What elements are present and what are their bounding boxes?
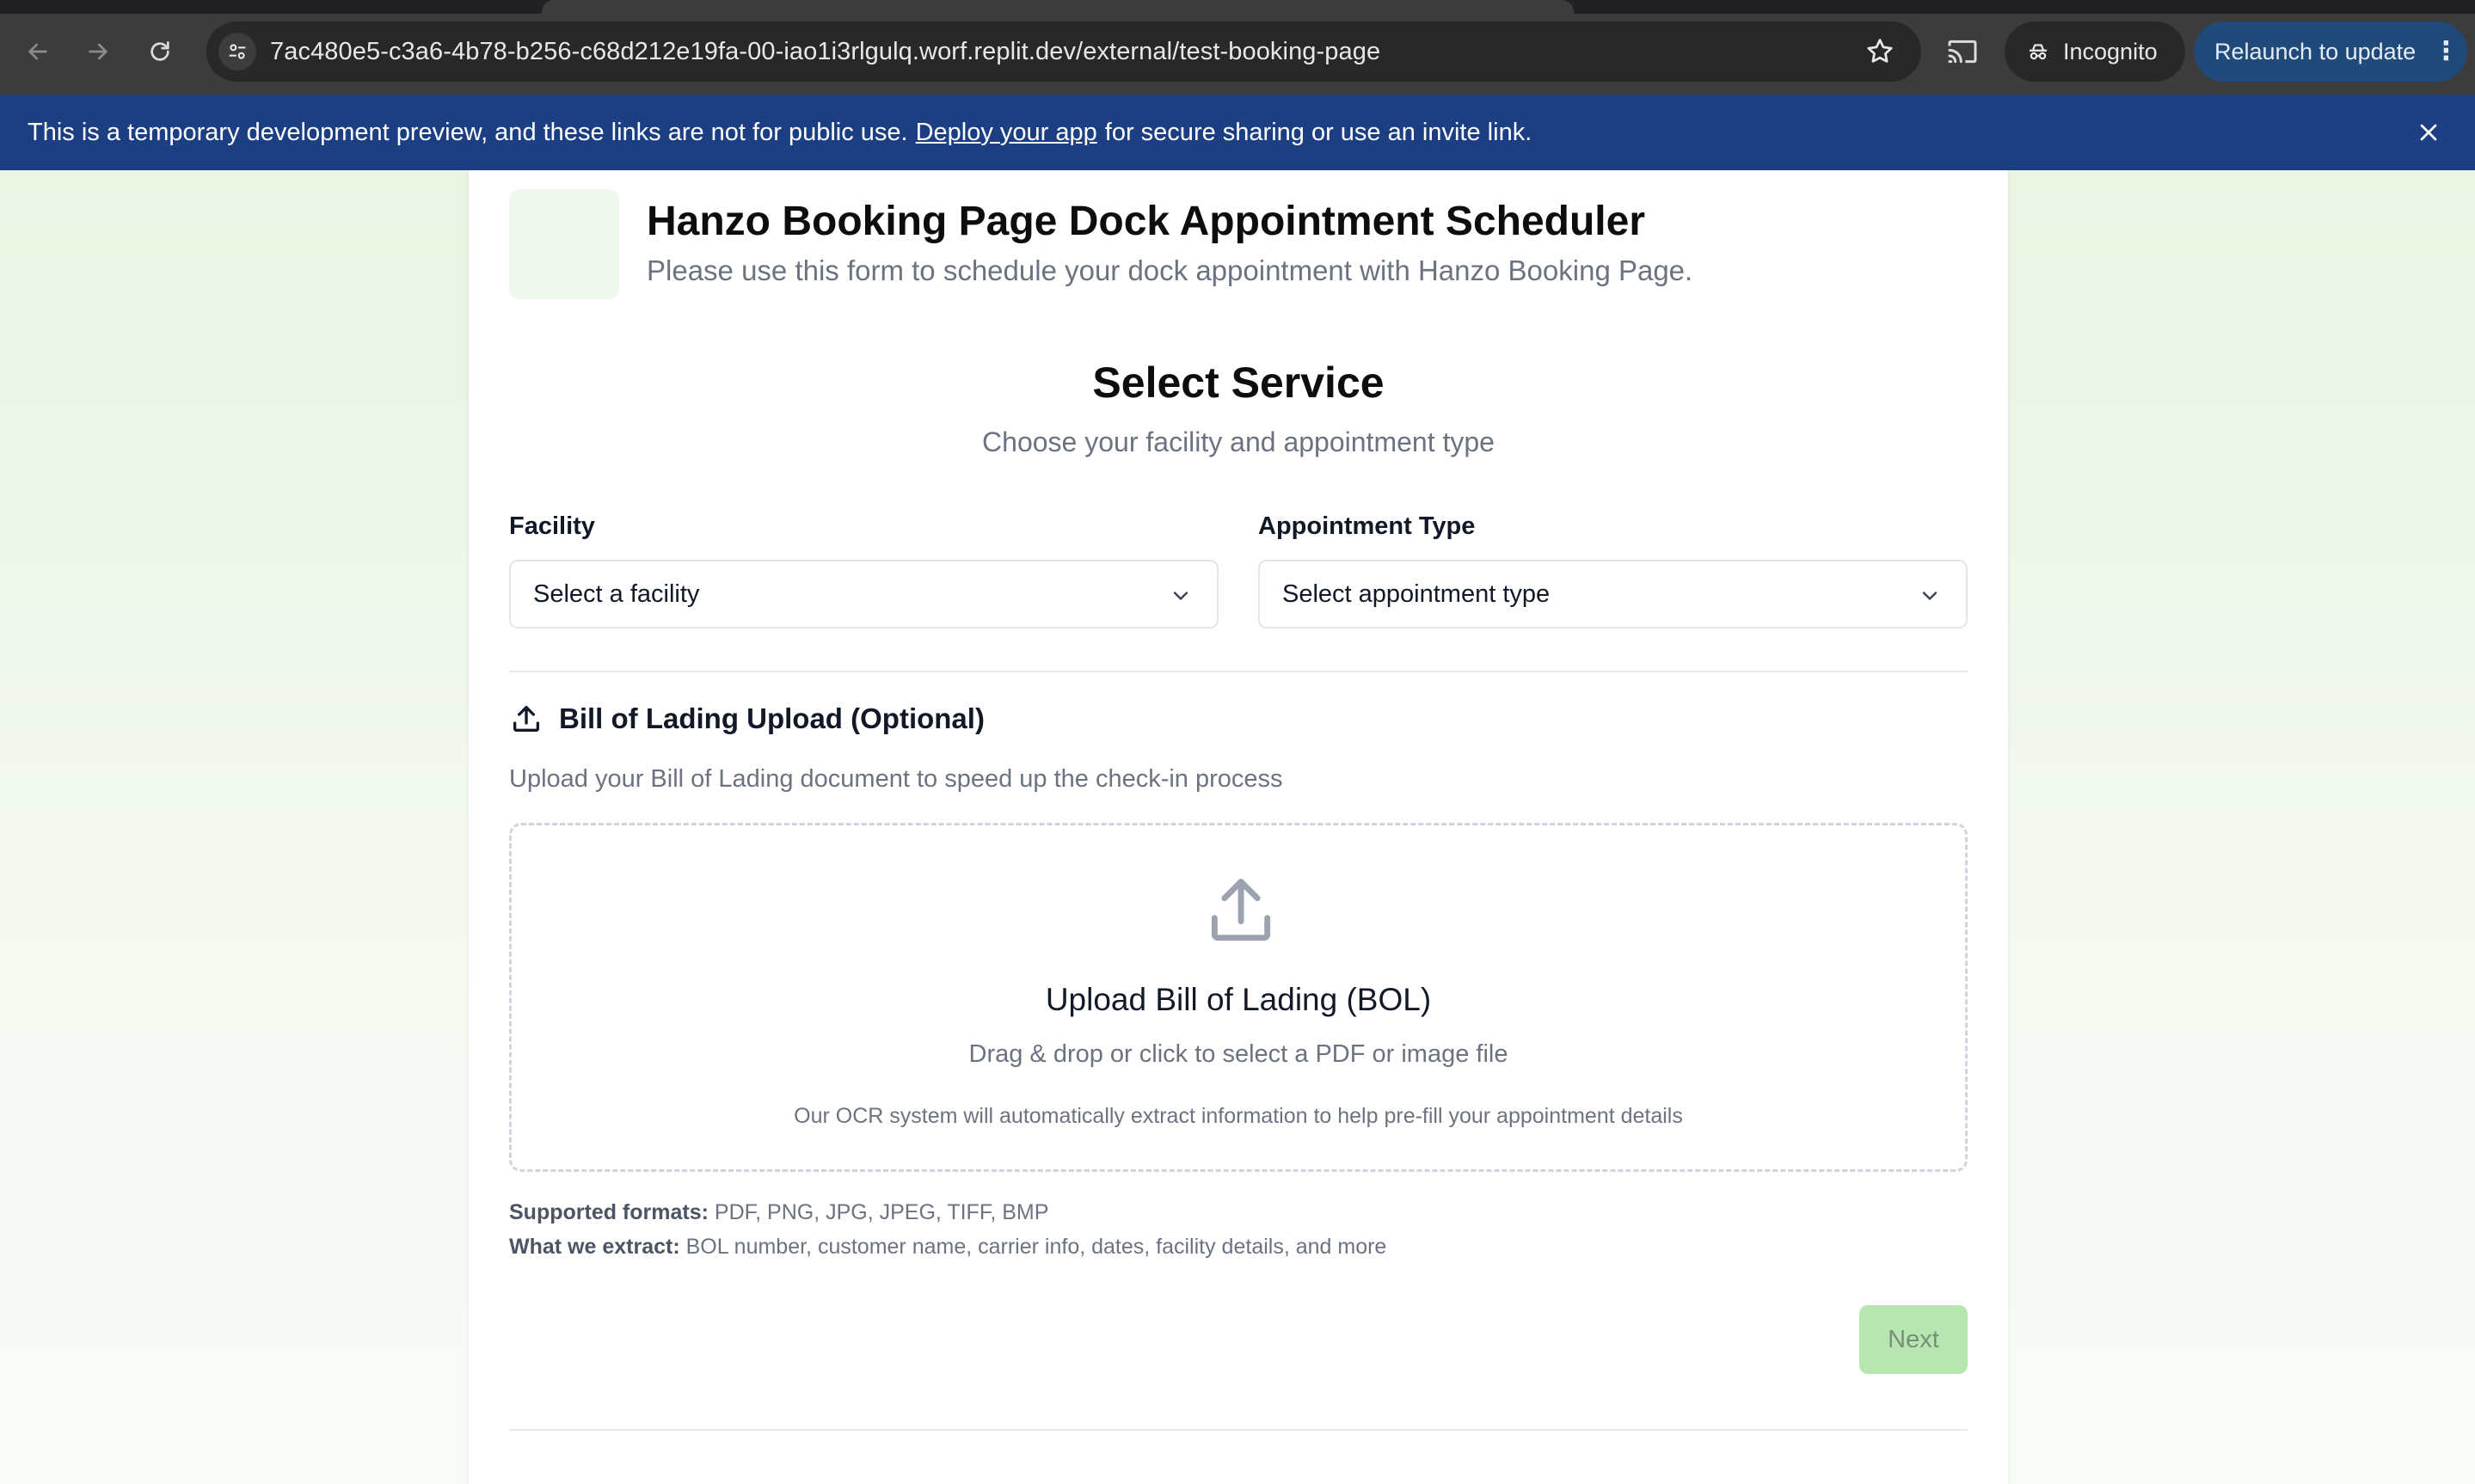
forward-button[interactable] bbox=[79, 33, 117, 71]
supported-formats: Supported formats: PDF, PNG, JPG, JPEG, … bbox=[509, 1200, 1048, 1225]
address-bar[interactable]: 7ac480e5-c3a6-4b78-b256-c68d212e19fa-00-… bbox=[206, 21, 1921, 82]
deploy-app-link[interactable]: Deploy your app bbox=[916, 119, 1097, 147]
booking-card: Hanzo Booking Page Dock Appointment Sche… bbox=[469, 170, 2008, 1484]
arrow-left-icon bbox=[28, 43, 47, 60]
appointment-type-select[interactable]: Select appointment type bbox=[1258, 560, 1968, 629]
relaunch-label: Relaunch to update bbox=[2214, 38, 2417, 64]
facility-select-value: Select a facility bbox=[533, 579, 700, 608]
banner-text-after: for secure sharing or use an invite link… bbox=[1104, 118, 1532, 146]
next-button[interactable]: Next bbox=[1859, 1305, 1968, 1374]
incognito-icon bbox=[2030, 44, 2047, 60]
company-logo bbox=[509, 189, 619, 299]
upload-icon bbox=[1211, 879, 1271, 941]
footer-divider bbox=[509, 1429, 1968, 1431]
tune-icon bbox=[229, 44, 246, 59]
site-info-button[interactable] bbox=[218, 33, 256, 71]
incognito-label: Incognito bbox=[2063, 38, 2158, 64]
active-tab[interactable] bbox=[542, 0, 1574, 14]
facility-select[interactable]: Select a facility bbox=[509, 560, 1219, 629]
chevron-down-icon bbox=[1173, 592, 1188, 600]
tab-strip bbox=[0, 0, 2475, 14]
extracted-fields-label: What we extract: bbox=[509, 1235, 680, 1259]
browser-toolbar: 7ac480e5-c3a6-4b78-b256-c68d212e19fa-00-… bbox=[0, 0, 2475, 95]
dropzone-title: Upload Bill of Lading (BOL) bbox=[1045, 982, 1432, 1017]
step-title: Select Service bbox=[1092, 359, 1385, 407]
banner-text-before: This is a temporary development preview,… bbox=[28, 118, 908, 146]
extracted-fields: What we extract: BOL number, customer na… bbox=[509, 1235, 1386, 1260]
section-divider bbox=[509, 671, 1968, 672]
bol-description: Upload your Bill of Lading document to s… bbox=[509, 765, 1283, 793]
page-subtitle: Please use this form to schedule your do… bbox=[647, 254, 1693, 286]
supported-formats-value: PDF, PNG, JPG, JPEG, TIFF, BMP bbox=[714, 1200, 1049, 1224]
bol-section-heading: Bill of Lading Upload (Optional) bbox=[509, 702, 985, 736]
bol-heading-text: Bill of Lading Upload (Optional) bbox=[559, 702, 985, 734]
supported-formats-label: Supported formats: bbox=[509, 1200, 709, 1224]
chevron-down-icon bbox=[1922, 592, 1938, 600]
dropzone-subtitle: Drag & drop or click to select a PDF or … bbox=[968, 1040, 1508, 1068]
facility-label: Facility bbox=[509, 512, 595, 540]
close-icon[interactable] bbox=[2415, 119, 2442, 146]
bookmark-star-icon[interactable] bbox=[1864, 36, 1895, 67]
appointment-type-label: Appointment Type bbox=[1258, 512, 1476, 540]
page-title: Hanzo Booking Page Dock Appointment Sche… bbox=[647, 199, 1645, 244]
cast-icon[interactable] bbox=[1945, 34, 1980, 69]
extracted-fields-value: BOL number, customer name, carrier info,… bbox=[685, 1235, 1387, 1259]
reload-icon bbox=[150, 41, 169, 61]
url-text[interactable]: 7ac480e5-c3a6-4b78-b256-c68d212e19fa-00-… bbox=[270, 38, 1380, 66]
arrow-right-icon bbox=[89, 43, 107, 60]
dev-preview-banner: This is a temporary development preview,… bbox=[0, 95, 2475, 170]
back-button[interactable] bbox=[19, 33, 57, 71]
appointment-type-select-value: Select appointment type bbox=[1282, 579, 1551, 608]
incognito-indicator[interactable]: Incognito bbox=[2005, 21, 2185, 82]
dropzone-note: Our OCR system will automatically extrac… bbox=[794, 1104, 1683, 1128]
upload-icon bbox=[513, 706, 539, 732]
bol-dropzone[interactable]: Upload Bill of Lading (BOL) Drag & drop … bbox=[509, 823, 1968, 1172]
reload-button[interactable] bbox=[141, 33, 179, 71]
more-menu-icon[interactable]: ⋮ bbox=[2433, 39, 2459, 64]
relaunch-button[interactable]: Relaunch to update ⋮ bbox=[2194, 21, 2467, 82]
step-subtitle: Choose your facility and appointment typ… bbox=[982, 426, 1495, 457]
